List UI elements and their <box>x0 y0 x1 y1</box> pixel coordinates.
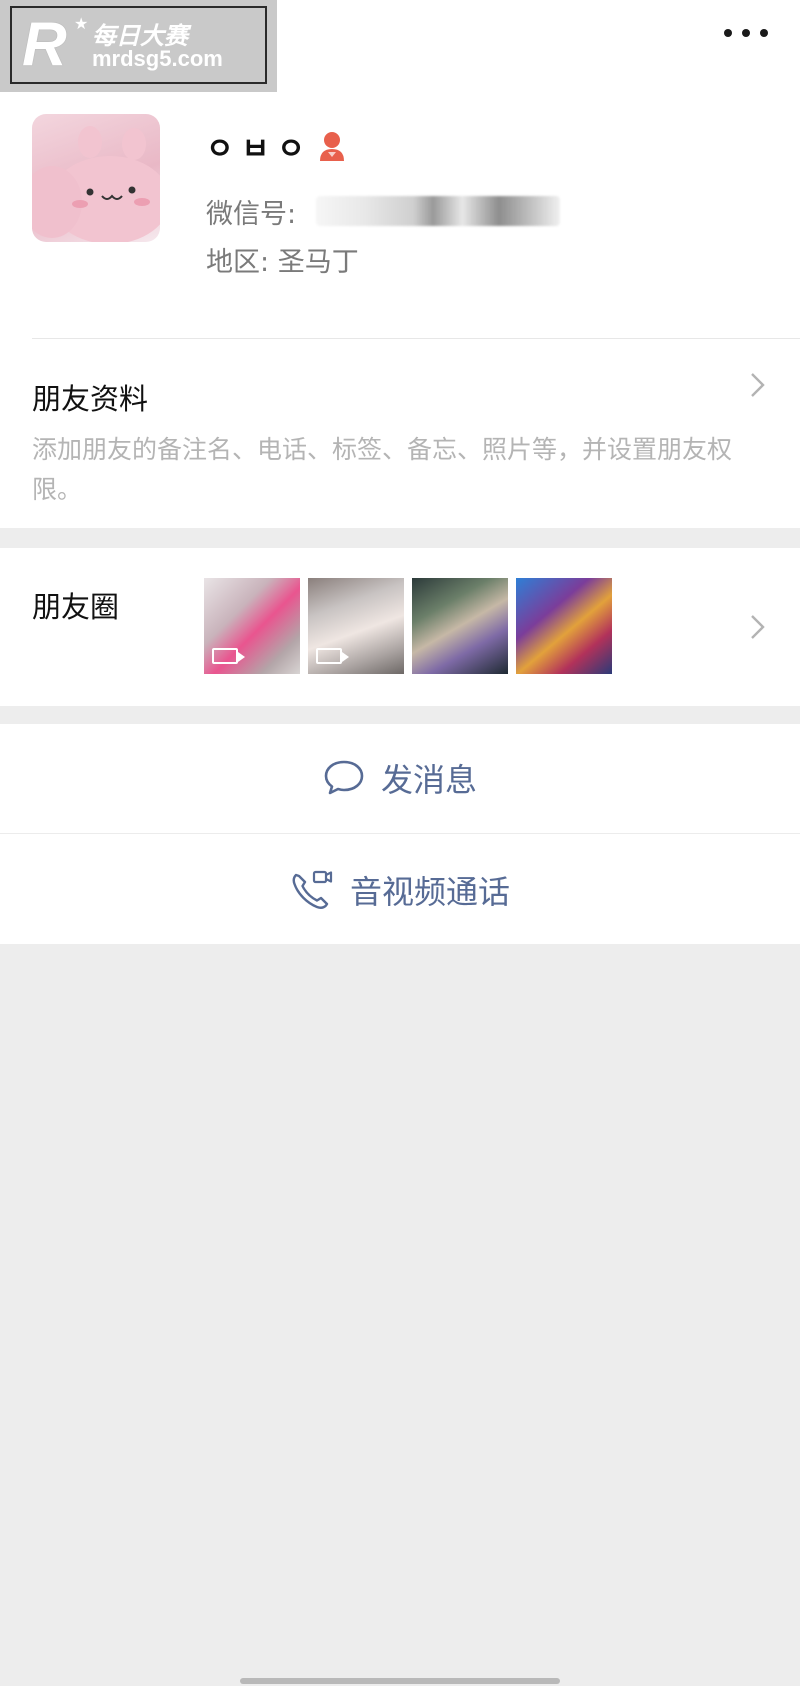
region-value: 圣马丁 <box>277 247 359 278</box>
region-line: 地区: 圣马丁 <box>206 240 359 279</box>
send-message-label: 发消息 <box>380 761 477 799</box>
watermark-r-glyph: R <box>22 10 67 79</box>
watermark-star-icon: ★ <box>74 14 89 33</box>
send-message-button[interactable]: 发消息 <box>0 724 800 832</box>
wechat-id-label: 微信号: <box>206 199 297 230</box>
nickname: ㅇㅂㅇ <box>206 132 313 167</box>
avatar[interactable] <box>32 114 160 242</box>
phone-video-icon <box>292 870 333 909</box>
chat-bubble-icon <box>324 760 364 795</box>
female-person-icon <box>319 132 344 161</box>
action-divider <box>0 833 800 834</box>
avatar-image <box>32 126 160 242</box>
chevron-right-icon <box>751 373 765 397</box>
moments-row[interactable]: 朋友圈 <box>0 548 800 706</box>
watermark-logo: R ★ 每日大赛 mrdsg5.com <box>0 0 277 92</box>
more-dot-icon <box>724 29 732 37</box>
moment-thumb-2[interactable] <box>308 578 404 674</box>
more-dot-icon <box>760 29 768 37</box>
section-separator <box>0 706 800 724</box>
wechat-id-redacted <box>316 196 560 226</box>
moment-thumb-3[interactable] <box>412 578 508 674</box>
more-dot-icon <box>742 29 750 37</box>
region-label: 地区: <box>206 247 270 278</box>
friend-info-row[interactable]: 朋友资料 添加朋友的备注名、电话、标签、备忘、照片等，并设置朋友权限。 <box>0 340 800 530</box>
av-call-button[interactable]: 音视频通话 <box>0 836 800 944</box>
watermark-domain: mrdsg5.com <box>92 46 223 71</box>
profile-divider <box>32 338 800 339</box>
moments-thumbnails <box>204 578 612 674</box>
section-separator <box>0 528 800 548</box>
nickname-row: ㅇㅂㅇ <box>206 124 347 168</box>
video-icon <box>316 648 349 664</box>
av-call-label: 音视频通话 <box>349 873 510 911</box>
moment-thumb-4[interactable] <box>516 578 612 674</box>
moment-thumb-1[interactable] <box>204 578 300 674</box>
chevron-right-icon <box>751 615 765 639</box>
friend-info-description: 添加朋友的备注名、电话、标签、备忘、照片等，并设置朋友权限。 <box>32 435 733 504</box>
home-indicator[interactable] <box>240 1678 560 1684</box>
moments-title: 朋友圈 <box>32 590 120 624</box>
friend-info-title: 朋友资料 <box>32 382 149 416</box>
video-icon <box>212 648 245 664</box>
more-options-button[interactable] <box>724 22 768 44</box>
